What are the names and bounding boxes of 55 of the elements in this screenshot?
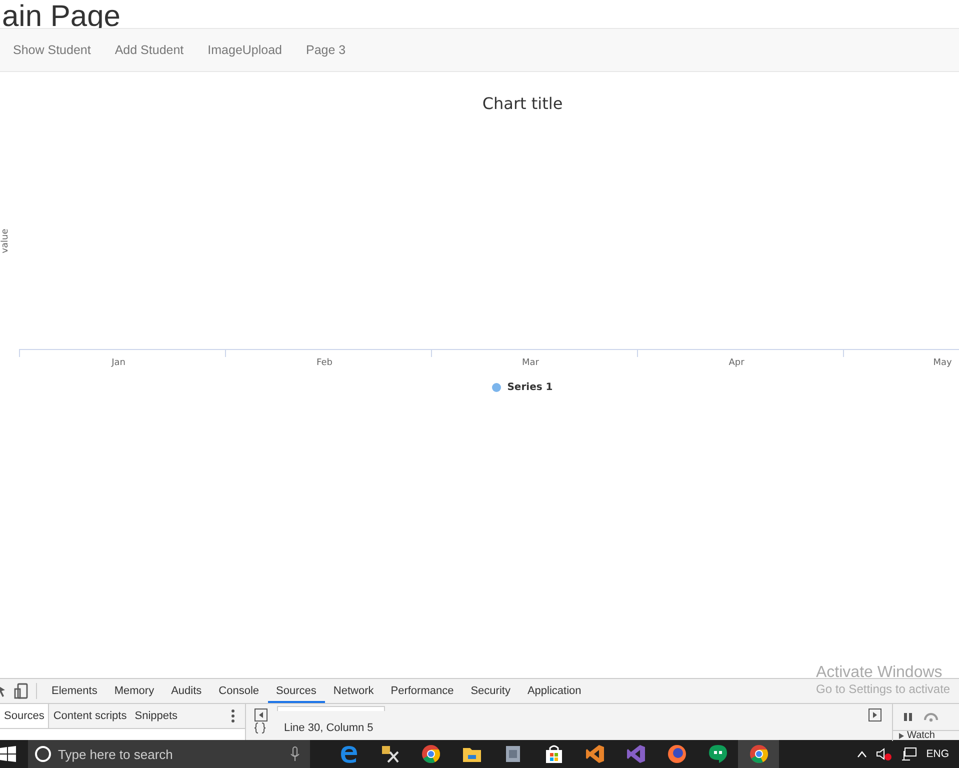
chrome-browser-icon[interactable] [748,744,768,764]
y-axis-label: value [0,228,10,254]
axis-tick-label: Apr [728,358,744,368]
nav-link[interactable]: Add Student [114,43,184,57]
nav-link[interactable]: Page 3 [306,43,346,57]
nav-link[interactable]: ImageUpload [208,43,282,57]
volume-muted-icon[interactable] [876,747,892,761]
pause-icon[interactable] [903,712,913,722]
chevron-up-icon[interactable] [857,750,868,758]
cabinet-icon[interactable] [504,744,522,764]
cortana-circle-icon [34,745,52,763]
navigator-tab[interactable]: Sources [0,704,50,728]
axis-tick-label: Feb [316,358,332,368]
watch-section-label[interactable]: Watch [907,731,935,741]
devtools-tab[interactable]: Elements [43,679,106,703]
navigator-tab[interactable]: Content scripts [49,704,131,728]
windows-start-icon[interactable] [0,746,16,762]
code-editor-icon[interactable] [584,744,604,764]
chat-bubble-icon[interactable] [708,744,728,764]
axis-tick-label: Jan [112,358,126,368]
activation-message: Go to Settings to activate [816,682,950,696]
chrome-browser-icon[interactable] [420,744,440,764]
devtools-tab[interactable]: Memory [106,679,163,703]
devtools-tab[interactable]: Sources [268,679,325,703]
firefox-browser-icon[interactable] [666,744,686,764]
devtools-tab[interactable]: Console [210,679,268,703]
devtools-tab[interactable]: Performance [382,679,462,703]
devtools-tab[interactable]: Security [462,679,519,703]
nav-link[interactable]: Show Student [13,43,91,57]
step-over-icon[interactable] [923,712,939,722]
navigator-tab[interactable]: Snippets [130,704,182,728]
axis-tick-label: Mar [522,358,539,368]
legend-label[interactable]: Series 1 [507,382,553,393]
device-icon[interactable] [14,683,28,699]
shopping-bag-icon[interactable] [544,744,564,764]
edge-browser-icon[interactable] [338,744,358,764]
tools-icon[interactable] [380,744,400,764]
folder-icon[interactable] [462,745,482,763]
panel-toggle-icon[interactable] [254,708,268,722]
language-indicator[interactable]: ENG [926,748,949,760]
pretty-print-icon[interactable] [254,722,266,734]
devtools-tab[interactable]: Audits [162,679,210,703]
microphone-icon[interactable] [290,746,300,762]
more-icon[interactable] [231,709,235,723]
search-field[interactable]: Type here to search [28,740,310,768]
devtools-tab[interactable]: Network [324,679,382,703]
chart-title: Chart title [481,94,564,113]
axis-tick-label: May [933,358,952,368]
activation-title: Activate Windows [816,664,944,682]
search-input[interactable]: Type here to search [58,746,284,762]
network-icon[interactable] [901,747,918,761]
devtools-tab[interactable]: Application [518,679,590,703]
visual-studio-icon[interactable] [626,744,646,764]
panel-toggle-icon[interactable] [868,708,882,722]
cursor-position: Line 30, Column 5 [284,722,374,734]
